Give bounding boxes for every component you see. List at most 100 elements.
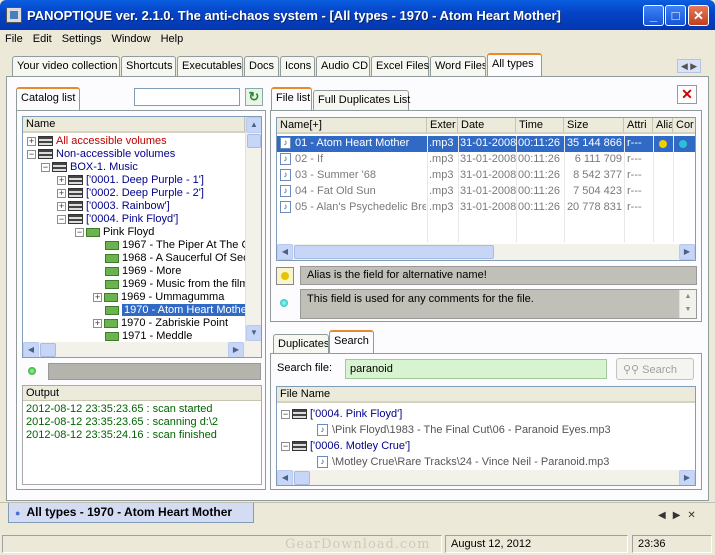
tree-item[interactable]: 1969 - More <box>25 265 247 278</box>
results-hscrollbar[interactable]: ◀ ▶ <box>277 470 695 485</box>
collapse-icon[interactable]: − <box>27 149 36 159</box>
tree-item[interactable]: + All accessible volumes <box>25 135 247 148</box>
file-grid-hscrollbar[interactable]: ◀ ▶ <box>277 244 695 260</box>
col-time[interactable]: Time <box>516 118 564 134</box>
tree-item-selected[interactable]: 1970 - Atom Heart Mother <box>25 304 253 317</box>
tab-shortcuts[interactable]: Shortcuts <box>121 56 176 76</box>
grid-line <box>673 136 674 242</box>
tab-duplicates[interactable]: Duplicates <box>273 334 329 354</box>
expand-icon[interactable]: + <box>57 188 66 198</box>
tree-item[interactable]: + ['0001. Deep Purple - 1'] <box>25 174 247 187</box>
tree-item[interactable]: +1969 - Ummagumma <box>25 291 247 304</box>
search-button[interactable]: ⚲⚲ Search <box>616 358 694 380</box>
window-tab-nav[interactable]: ◀▶✕ <box>658 510 703 521</box>
scroll-thumb[interactable] <box>294 471 310 485</box>
col-ext[interactable]: Exter <box>427 118 458 134</box>
tab-word-files[interactable]: Word Files <box>430 56 486 76</box>
maximize-button[interactable]: □ <box>665 5 686 26</box>
tree-item[interactable]: + ['0003. Rainbow'] <box>25 200 247 213</box>
tab-file-list[interactable]: File list <box>271 87 312 111</box>
collapse-icon[interactable]: − <box>41 162 50 172</box>
close-button[interactable]: ✕ <box>688 5 709 26</box>
tab-catalog-list[interactable]: Catalog list <box>16 87 80 111</box>
scroll-thumb[interactable] <box>40 343 56 357</box>
tree-item[interactable]: 1967 - The Piper At The Gates of Dawn <box>25 239 261 252</box>
collapse-icon[interactable]: − <box>75 227 84 237</box>
tab-docs[interactable]: Docs <box>244 56 279 76</box>
scroll-left-icon[interactable]: ◀ <box>277 244 293 260</box>
scroll-left-icon[interactable]: ◀ <box>277 470 293 485</box>
tree-item[interactable]: − ['0004. Pink Floyd'] <box>25 213 247 226</box>
col-attr[interactable]: Attri <box>624 118 653 134</box>
collapse-icon[interactable]: − <box>281 441 290 451</box>
scroll-up-icon[interactable]: ▲ <box>246 117 261 133</box>
catalog-vscrollbar[interactable]: ▲ ▼ <box>245 117 261 342</box>
app-icon[interactable] <box>6 7 22 23</box>
tab-scroll-arrows[interactable]: ◀ ▶ <box>677 59 701 73</box>
refresh-icon[interactable]: ↻ <box>245 88 263 106</box>
alias-field[interactable]: Alias is the field for alternative name! <box>300 266 697 285</box>
tree-item[interactable]: + ['0002. Deep Purple - 2'] <box>25 187 247 200</box>
tab-all-types[interactable]: All types <box>487 53 542 77</box>
tab-full-duplicates[interactable]: Full Duplicates List <box>313 90 410 110</box>
results-column-filename[interactable]: File Name <box>277 387 695 403</box>
tree-item[interactable]: +1970 - Zabriskie Point <box>25 317 247 330</box>
minimize-button[interactable]: _ <box>643 5 664 26</box>
table-row[interactable]: ♪05 - Alan's Psychedelic Breakfast .mp3 … <box>277 200 695 216</box>
result-file[interactable]: ♪ \Motley Crue\Rare Tracks\24 - Vince Nei… <box>317 454 609 470</box>
tab-audio-cd[interactable]: Audio CD <box>316 56 370 76</box>
tab-excel-files[interactable]: Excel Files <box>371 56 429 76</box>
col-name[interactable]: Name[+] <box>277 118 427 134</box>
scroll-down-icon[interactable]: ▼ <box>246 325 261 341</box>
window-tab-active[interactable]: ● All types - 1970 - Atom Heart Mother <box>8 503 254 523</box>
collapse-icon[interactable]: − <box>57 214 66 224</box>
tab-search[interactable]: Search <box>329 330 374 354</box>
result-file[interactable]: ♪ \Pink Floyd\1983 - The Final Cut\06 - P… <box>317 422 611 438</box>
menu-edit[interactable]: Edit <box>28 30 57 48</box>
result-volume[interactable]: − ['0006. Motley Crue'] <box>281 438 410 454</box>
search-input[interactable] <box>345 359 607 379</box>
title-bar[interactable]: PANOPTIQUE ver. 2.1.0. The anti-chaos sy… <box>0 0 715 30</box>
tree-item[interactable]: 1968 - A Saucerful Of Secrets <box>25 252 261 265</box>
alias-icon[interactable] <box>276 267 294 285</box>
result-volume[interactable]: − ['0004. Pink Floyd'] <box>281 406 402 422</box>
comment-vscrollbar[interactable]: ▲ ▼ <box>679 290 696 318</box>
tab-video-collection[interactable]: Your video collection <box>12 56 120 76</box>
close-panel-icon[interactable]: ✕ <box>677 85 697 104</box>
col-comment[interactable]: Cor <box>673 118 695 134</box>
menu-help[interactable]: Help <box>156 30 189 48</box>
scroll-left-icon[interactable]: ◀ <box>23 342 39 357</box>
cell-time: 00:11:26 <box>518 201 561 213</box>
catalog-hscrollbar[interactable]: ◀ ▶ <box>23 342 261 357</box>
tab-executables[interactable]: Executables <box>177 56 243 76</box>
tree-item[interactable]: − BOX-1. Music <box>25 161 247 174</box>
menu-file[interactable]: File <box>0 30 28 48</box>
tree-item[interactable]: 1969 - Music from the film More <box>25 278 261 291</box>
scroll-right-icon[interactable]: ▶ <box>228 342 244 357</box>
menu-window[interactable]: Window <box>106 30 155 48</box>
table-row-selected[interactable]: ♪ 01 - Atom Heart Mother .mp3 31-01-2008 … <box>277 136 695 152</box>
col-date[interactable]: Date <box>458 118 516 134</box>
tree-item[interactable]: − Non-accessible volumes <box>25 148 247 161</box>
col-size[interactable]: Size <box>564 118 624 134</box>
expand-icon[interactable]: + <box>93 292 102 302</box>
scroll-thumb[interactable] <box>247 134 261 148</box>
comment-field[interactable]: This field is used for any comments for … <box>300 289 697 319</box>
catalog-search-input[interactable] <box>134 88 240 106</box>
catalog-column-name[interactable]: Name <box>23 117 245 133</box>
expand-icon[interactable]: + <box>57 175 66 185</box>
scroll-thumb[interactable] <box>294 245 494 259</box>
expand-icon[interactable]: + <box>27 136 36 146</box>
collapse-icon[interactable]: − <box>281 409 290 419</box>
tab-icons[interactable]: Icons <box>280 56 315 76</box>
col-alias[interactable]: Alia <box>653 118 673 134</box>
table-row[interactable]: ♪ 02 - If .mp3 31-01-2008 00:11:26 6 111 … <box>277 152 695 168</box>
scroll-right-icon[interactable]: ▶ <box>679 470 695 485</box>
table-row[interactable]: ♪ 03 - Summer '68 .mp3 31-01-2008 00:11:2… <box>277 168 695 184</box>
expand-icon[interactable]: + <box>93 318 102 328</box>
menu-settings[interactable]: Settings <box>57 30 107 48</box>
scroll-right-icon[interactable]: ▶ <box>679 244 695 260</box>
tree-item[interactable]: − Pink Floyd <box>25 226 247 239</box>
expand-icon[interactable]: + <box>57 201 66 211</box>
table-row[interactable]: ♪ 04 - Fat Old Sun .mp3 31-01-2008 00:11:… <box>277 184 695 200</box>
